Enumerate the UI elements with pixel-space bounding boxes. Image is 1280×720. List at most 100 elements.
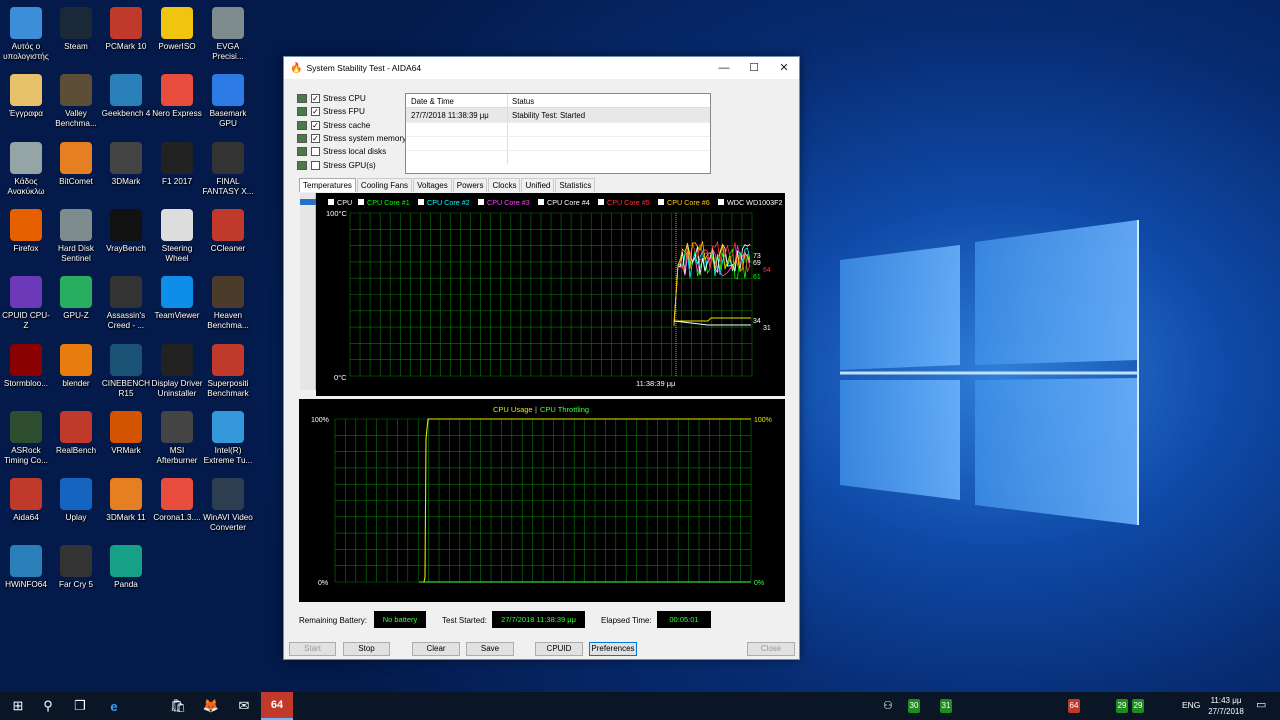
legend-checkbox[interactable] <box>718 199 724 205</box>
desktop-icon[interactable]: Firefox <box>0 204 52 270</box>
edge-icon[interactable]: e <box>98 692 130 720</box>
legend-checkbox[interactable] <box>658 199 664 205</box>
clear-button[interactable]: Clear <box>412 642 460 656</box>
minimize-button[interactable]: — <box>709 57 739 79</box>
desktop-icon[interactable]: blender <box>50 339 102 405</box>
stress-option[interactable]: Stress GPU(s) <box>297 160 376 170</box>
search-icon[interactable]: ⚲ <box>32 692 64 720</box>
desktop-icon[interactable]: F1 2017 <box>151 137 203 203</box>
stress-checkbox[interactable]: ✓ <box>311 133 320 143</box>
desktop-icon[interactable]: Geekbench 4 <box>100 69 152 135</box>
stress-option[interactable]: ✓ Stress CPU <box>297 94 366 103</box>
stop-button[interactable]: Stop <box>343 642 390 656</box>
desktop-icon[interactable]: Display Driver Uninstaller <box>151 339 203 405</box>
sensor-list-scroll[interactable] <box>300 193 316 390</box>
tab-temperatures[interactable]: Temperatures <box>299 178 356 192</box>
desktop-icon[interactable]: Stormbloo... <box>0 339 52 405</box>
desktop-icon[interactable]: PCMark 10 <box>100 2 152 68</box>
language-indicator[interactable]: ENG <box>1182 700 1200 710</box>
start-button[interactable]: Start <box>289 642 336 656</box>
desktop-icon[interactable]: EVGA Precisi... <box>202 2 254 68</box>
start-button-windows[interactable]: ⊞ <box>2 692 34 720</box>
tray-aida-icon[interactable]: 64 <box>1068 699 1080 713</box>
tray-temp-2[interactable]: 31 <box>940 699 952 713</box>
mail-icon[interactable]: ✉ <box>228 692 260 720</box>
legend-checkbox[interactable] <box>478 199 484 205</box>
tray-temp-3[interactable]: 29 <box>1116 699 1128 713</box>
desktop-icon[interactable]: Αυτός ο υπολογιστής <box>0 2 52 68</box>
desktop-icon[interactable]: Έγγραφα <box>0 69 52 135</box>
desktop-icon[interactable]: Corona1.3.... <box>151 473 203 539</box>
desktop-icon[interactable]: TeamViewer <box>151 271 203 337</box>
desktop-icon[interactable]: Far Cry 5 <box>50 540 102 606</box>
desktop-icon[interactable]: 3DMark <box>100 137 152 203</box>
log-row[interactable]: 27/7/2018 11:38:39 μμ Stability Test: St… <box>406 108 710 122</box>
desktop-icon[interactable]: FINAL FANTASY X... <box>202 137 254 203</box>
desktop-icon[interactable]: Κάδος Ανακύκλω <box>0 137 52 203</box>
desktop-icon[interactable]: Panda <box>100 540 152 606</box>
legend-checkbox[interactable] <box>538 199 544 205</box>
desktop-icon[interactable]: Intel(R) Extreme Tu... <box>202 406 254 472</box>
desktop-icon[interactable]: Valley Benchma... <box>50 69 102 135</box>
legend-item[interactable]: CPU Core #2 <box>427 198 470 207</box>
firefox-taskbar-icon[interactable]: 🦊 <box>195 692 227 720</box>
stress-checkbox[interactable]: ✓ <box>311 120 320 130</box>
tab-powers[interactable]: Powers <box>452 178 488 192</box>
legend-item[interactable]: CPU Core #5 <box>607 198 650 207</box>
stress-option[interactable]: ✓ Stress cache <box>297 120 370 130</box>
log-header-status[interactable]: Status <box>508 94 710 107</box>
close-button[interactable]: Close <box>747 642 795 656</box>
maximize-button[interactable]: ☐ <box>739 57 769 79</box>
tab-voltages[interactable]: Voltages <box>413 178 452 192</box>
log-header-date[interactable]: Date & Time <box>406 94 508 107</box>
desktop-icon[interactable]: MSI Afterburner <box>151 406 203 472</box>
desktop-icon[interactable]: HWiNFO64 <box>0 540 52 606</box>
desktop-icon[interactable]: Hard Disk Sentinel <box>50 204 102 270</box>
desktop-icon[interactable]: WinAVI Video Converter <box>202 473 254 539</box>
desktop-icon[interactable]: Nero Express <box>151 69 203 135</box>
window-titlebar[interactable]: 🔥 System Stability Test - AIDA64 — ☐ ✕ <box>284 57 799 79</box>
store-icon[interactable]: 🛍 <box>162 692 194 720</box>
legend-item[interactable]: CPU Core #3 <box>487 198 530 207</box>
stress-checkbox[interactable]: ✓ <box>311 94 320 103</box>
legend-item[interactable]: CPU Core #6 <box>667 198 710 207</box>
save-button[interactable]: Save <box>466 642 514 656</box>
preferences-button[interactable]: Preferences <box>589 642 637 656</box>
desktop-icon[interactable]: CINEBENCH R15 <box>100 339 152 405</box>
desktop-icon[interactable]: Assassin's Creed - ... <box>100 271 152 337</box>
tab-clocks[interactable]: Clocks <box>488 178 521 192</box>
legend-checkbox[interactable] <box>358 199 364 205</box>
close-window-button[interactable]: ✕ <box>769 57 799 79</box>
legend-checkbox[interactable] <box>328 199 334 205</box>
desktop-icon[interactable]: CPUID CPU-Z <box>0 271 52 337</box>
legend-checkbox[interactable] <box>418 199 424 205</box>
aida64-taskbar-icon[interactable]: 64 <box>261 692 293 720</box>
desktop-icon[interactable]: Heaven Benchma... <box>202 271 254 337</box>
desktop-icon[interactable]: 3DMark 11 <box>100 473 152 539</box>
legend-item[interactable]: CPU Core #1 <box>367 198 410 207</box>
tab-statistics[interactable]: Statistics <box>555 178 596 192</box>
stress-checkbox[interactable] <box>311 160 320 170</box>
desktop-icon[interactable]: ASRock Timing Co... <box>0 406 52 472</box>
desktop-icon[interactable]: VRMark <box>100 406 152 472</box>
tab-unified[interactable]: Unified <box>521 178 555 192</box>
desktop-icon[interactable]: Steam <box>50 2 102 68</box>
stress-option[interactable]: ✓ Stress FPU <box>297 107 365 117</box>
notifications-icon[interactable]: ▭ <box>1256 698 1266 711</box>
task-view-icon[interactable]: ❐ <box>64 692 96 720</box>
tab-cooling-fans[interactable]: Cooling Fans <box>356 178 413 192</box>
legend-item[interactable]: WDC WD1003F2 <box>727 198 783 207</box>
desktop-icon[interactable]: BitComet <box>50 137 102 203</box>
legend-checkbox[interactable] <box>598 199 604 205</box>
tray-temp-1[interactable]: 30 <box>908 699 920 713</box>
desktop-icon[interactable]: Steering Wheel <box>151 204 203 270</box>
stress-checkbox[interactable] <box>311 147 320 157</box>
desktop-icon[interactable]: RealBench <box>50 406 102 472</box>
clock[interactable]: 11:43 μμ 27/7/2018 <box>1204 695 1248 717</box>
cpuid-button[interactable]: CPUID <box>535 642 583 656</box>
desktop-icon[interactable]: Aida64 <box>0 473 52 539</box>
desktop-icon[interactable]: GPU-Z <box>50 271 102 337</box>
desktop-icon[interactable]: Superpositi Benchmark <box>202 339 254 405</box>
tray-temp-4[interactable]: 29 <box>1132 699 1144 713</box>
stress-option[interactable]: ✓ Stress system memory <box>297 133 406 143</box>
